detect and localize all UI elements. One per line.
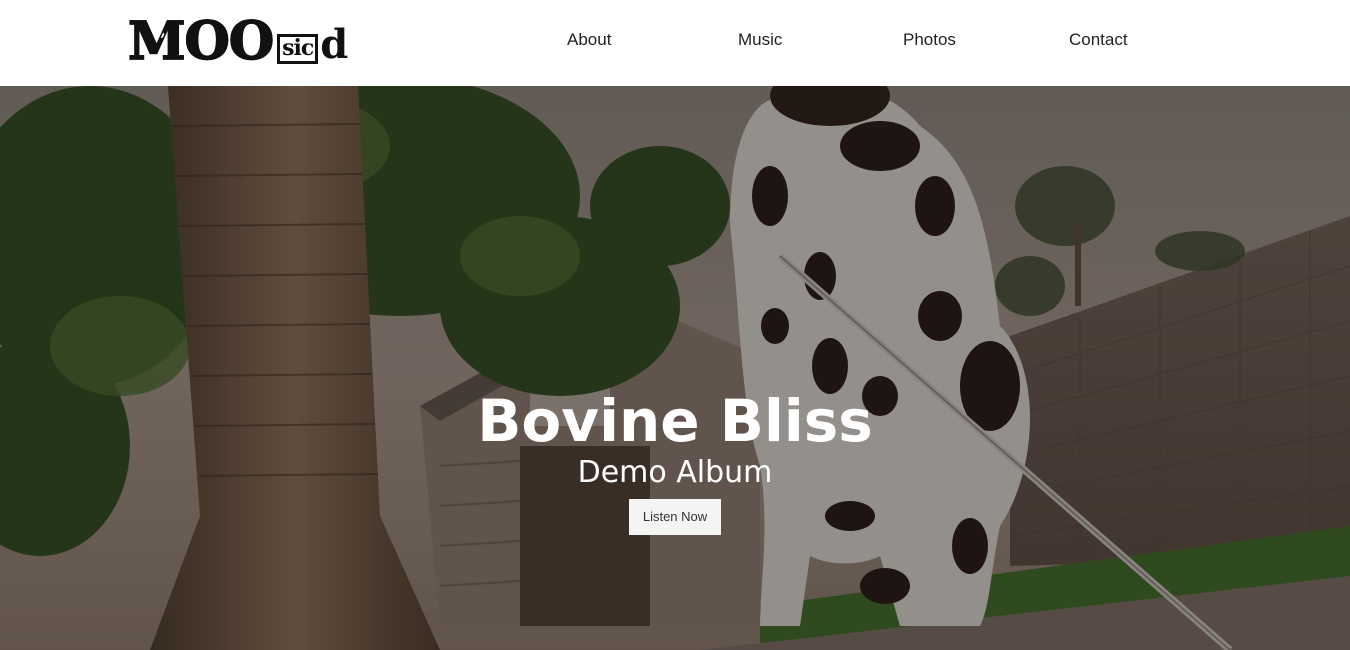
nav-link-about[interactable]: About bbox=[567, 30, 611, 50]
nav-link-photos[interactable]: Photos bbox=[903, 30, 956, 50]
hero-darken-overlay bbox=[0, 86, 1350, 650]
logo-wordmark-sic: sic bbox=[277, 34, 319, 64]
site-logo[interactable]: MOO sic d bbox=[126, 11, 348, 72]
logo-wordmark-moo: MOO bbox=[127, 11, 275, 72]
site-header: MOO sic d About Music Photos Contact bbox=[0, 0, 1350, 86]
logo-wordmark-d: d bbox=[320, 21, 348, 68]
listen-now-button[interactable]: Listen Now bbox=[629, 499, 721, 535]
nav-link-music[interactable]: Music bbox=[738, 30, 782, 50]
hero-section: Bovine Bliss Demo Album Listen Now bbox=[0, 86, 1350, 650]
album-title: Bovine Bliss bbox=[477, 387, 873, 455]
logo-wordmark-tail: sic d bbox=[275, 20, 348, 68]
nav-link-contact[interactable]: Contact bbox=[1069, 30, 1128, 50]
album-subtitle: Demo Album bbox=[577, 455, 773, 490]
